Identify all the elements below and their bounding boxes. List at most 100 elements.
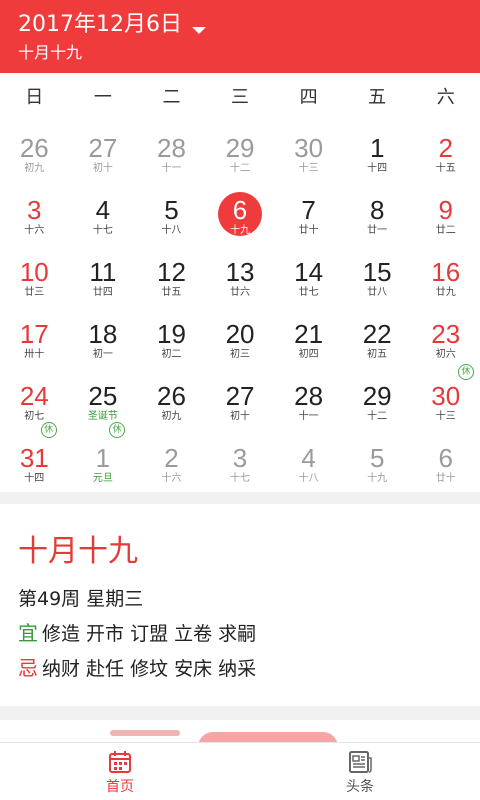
calendar-day[interactable]: 10 廿三 bbox=[0, 240, 69, 302]
day-number: 1 bbox=[95, 443, 111, 473]
calendar-day[interactable]: 20 初三 bbox=[206, 302, 275, 364]
calendar-day[interactable]: 30 十三 bbox=[274, 116, 343, 178]
calendar-day[interactable]: 4 十七 bbox=[69, 178, 138, 240]
day-number: 27 bbox=[88, 133, 118, 163]
calendar-day[interactable]: 27 初十 bbox=[206, 364, 275, 426]
tab-headlines[interactable]: 头条 bbox=[240, 743, 480, 800]
day-number: 28 bbox=[156, 133, 186, 163]
day-number: 28 bbox=[294, 381, 324, 411]
lunar-day: 十七 bbox=[92, 225, 113, 236]
calendar-day[interactable]: 24 初七 bbox=[0, 364, 69, 426]
calendar-day[interactable]: 1 元旦休 bbox=[69, 422, 138, 488]
day-number: 27 bbox=[225, 381, 255, 411]
calendar-day[interactable]: 22 初五 bbox=[343, 302, 412, 364]
weekday-label: 六 bbox=[436, 87, 455, 108]
calendar-week-row: 24 初七 25 圣诞节 26 初九 27 初十 28 十一 29 十二 30 十三休 bbox=[0, 364, 480, 426]
calendar-day[interactable]: 17 卅十 bbox=[0, 302, 69, 364]
day-number: 12 bbox=[156, 257, 186, 287]
calendar-day[interactable]: 3 十七 bbox=[206, 426, 275, 488]
app-header: 2017年12月6日 十月十九 bbox=[0, 0, 480, 73]
day-number: 4 bbox=[301, 443, 316, 473]
lunar-day: 初九 bbox=[161, 411, 182, 422]
tab-home[interactable]: 首页 bbox=[0, 743, 240, 800]
calendar-day[interactable]: 26 初九 bbox=[0, 116, 69, 178]
tab-headlines-label: 头条 bbox=[346, 779, 374, 795]
calendar-day[interactable]: 28 十一 bbox=[274, 364, 343, 426]
calendar-day[interactable]: 13 廿六 bbox=[206, 240, 275, 302]
calendar-day[interactable]: 30 十三休 bbox=[411, 364, 480, 426]
day-number: 21 bbox=[294, 319, 324, 349]
calendar-day[interactable]: 3 十六 bbox=[0, 178, 69, 240]
day-number: 11 bbox=[89, 257, 117, 287]
current-date: 2017年12月6日 bbox=[18, 12, 182, 37]
header-lunar-date: 十月十九 bbox=[18, 43, 83, 62]
calendar-day[interactable]: 23 初六 bbox=[411, 302, 480, 364]
calendar-day[interactable]: 9 廿二 bbox=[411, 178, 480, 240]
day-number: 26 bbox=[19, 133, 49, 163]
calendar-week-row: 31 十四休 1 元旦休 2 十六 3 十七 4 十八 5 十九 6 廿十 bbox=[0, 422, 480, 488]
calendar-day[interactable]: 31 十四 休 bbox=[0, 422, 69, 488]
lunar-day: 初九 bbox=[24, 163, 45, 174]
lunar-day: 十二 bbox=[367, 411, 388, 422]
lunar-day: 十九 bbox=[230, 225, 251, 236]
lunar-day: 十一 bbox=[161, 163, 182, 174]
caret-down-icon bbox=[191, 26, 206, 34]
lunar-day: 十三 bbox=[435, 411, 456, 422]
calendar-day[interactable]: 27 初十 bbox=[69, 116, 138, 178]
calendar-day[interactable]: 21 初四 bbox=[274, 302, 343, 364]
calendar-day[interactable]: 4 十八 bbox=[274, 426, 343, 488]
lunar-day: 廿二 bbox=[435, 225, 456, 236]
day-number: 20 bbox=[225, 319, 255, 349]
calendar-day[interactable]: 29 十二 bbox=[206, 116, 275, 178]
calendar-day[interactable]: 15 廿八 bbox=[343, 240, 412, 302]
calendar-day[interactable]: 26 初九 bbox=[137, 364, 206, 426]
calendar-day[interactable]: 5 十八 bbox=[137, 178, 206, 240]
day-number: 7 bbox=[301, 195, 316, 225]
calendar-day[interactable]: 12 廿五 bbox=[137, 240, 206, 302]
day-number: 30 bbox=[294, 133, 324, 163]
calendar-day[interactable]: 7 廿十 bbox=[274, 178, 343, 240]
calendar-day-today[interactable]: 6 十九 bbox=[206, 178, 275, 240]
lunar-day: 十九 bbox=[367, 473, 388, 484]
day-number: 29 bbox=[362, 381, 392, 411]
peek-text-placeholder bbox=[110, 730, 180, 736]
lunar-day: 廿十 bbox=[298, 225, 319, 236]
calendar-day[interactable]: 28 十一 bbox=[137, 116, 206, 178]
auspicious-text: 修造 开市 订盟 立卷 求嗣 bbox=[42, 623, 257, 645]
date-selector[interactable]: 2017年12月6日 bbox=[18, 12, 206, 38]
inauspicious-row: 忌纳财 赴任 修坟 安床 纳采 bbox=[18, 656, 256, 681]
calendar-day[interactable]: 5 十九 bbox=[343, 426, 412, 488]
lunar-day: 廿六 bbox=[230, 287, 251, 298]
day-number: 13 bbox=[225, 257, 255, 287]
calendar-day[interactable]: 25 圣诞节 bbox=[69, 364, 138, 426]
day-number: 6 bbox=[232, 195, 248, 225]
day-number: 29 bbox=[225, 133, 255, 163]
lunar-day: 元旦 bbox=[92, 473, 113, 484]
calendar-day[interactable]: 11 廿四 bbox=[69, 240, 138, 302]
calendar-day[interactable]: 29 十二 bbox=[343, 364, 412, 426]
weekday-label: 日 bbox=[25, 87, 44, 108]
day-number: 10 bbox=[19, 257, 49, 287]
lunar-day: 十四 bbox=[24, 473, 45, 484]
day-number: 1 bbox=[369, 133, 385, 163]
calendar-day[interactable]: 14 廿七 bbox=[274, 240, 343, 302]
peek-button[interactable] bbox=[198, 732, 338, 742]
calendar-day[interactable]: 1 十四 bbox=[343, 116, 412, 178]
weekday-label: 五 bbox=[368, 87, 387, 108]
day-number: 8 bbox=[369, 195, 385, 225]
calendar-day[interactable]: 6 廿十 bbox=[411, 426, 480, 488]
lunar-day: 十八 bbox=[298, 473, 319, 484]
calendar-day[interactable]: 2 十五 bbox=[411, 116, 480, 178]
calendar-day[interactable]: 2 十六 bbox=[137, 426, 206, 488]
lunar-day: 廿九 bbox=[435, 287, 456, 298]
lunar-day: 十六 bbox=[24, 225, 45, 236]
calendar-day[interactable]: 19 初二 bbox=[137, 302, 206, 364]
weekday-label: 四 bbox=[299, 87, 318, 108]
calendar-day[interactable]: 18 初一 bbox=[69, 302, 138, 364]
lunar-day: 廿四 bbox=[92, 287, 113, 298]
calendar-grid: 26 初九 27 初十 28 十一 29 十二 30 十三 1 十四 2 十五 3 十六 4 十七 5 十八 6 十九 7 廿… bbox=[0, 116, 480, 488]
day-number: 14 bbox=[294, 257, 324, 287]
calendar-day[interactable]: 8 廿一 bbox=[343, 178, 412, 240]
holiday-badge: 休 bbox=[40, 422, 57, 438]
calendar-day[interactable]: 16 廿九 bbox=[411, 240, 480, 302]
